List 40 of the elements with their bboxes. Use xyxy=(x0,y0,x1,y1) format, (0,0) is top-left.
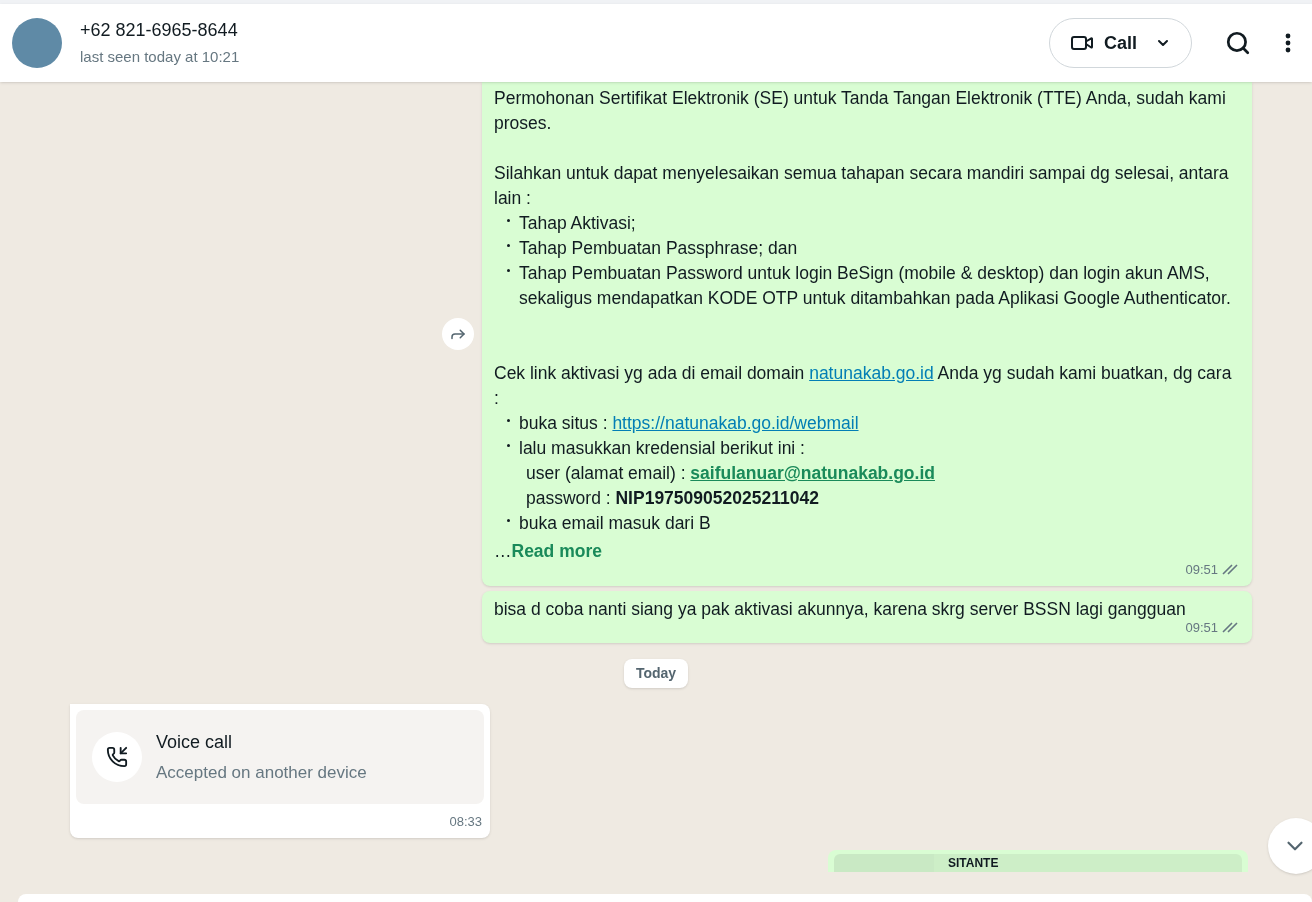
date-divider: Today xyxy=(623,659,689,688)
forward-button[interactable] xyxy=(442,317,474,350)
list-item-text: Tahap Aktivasi; xyxy=(519,212,636,235)
message-text: Cek link aktivasi yg ada di email domain natunakab.go.id Anda yg sudah kami buatkan, dg cara : xyxy=(494,362,1233,410)
call-button[interactable]: Call xyxy=(1049,18,1192,68)
incoming-call-icon-glyph xyxy=(106,746,128,768)
call-card[interactable]: Voice call Accepted on another device xyxy=(76,710,484,804)
bullet-icon xyxy=(507,519,510,522)
avatar-photo-placeholder[interactable] xyxy=(12,18,62,68)
menu-icon xyxy=(1285,33,1291,53)
link[interactable]: natunakab.go.id xyxy=(809,363,934,383)
last-seen-status: last seen today at 10:21 xyxy=(80,47,240,68)
email-link[interactable]: saifulanuar@natunakab.go.id xyxy=(690,463,935,483)
message-time: 08:33 xyxy=(449,813,482,831)
list-item-text: Tahap Pembuatan Passphrase; dan xyxy=(519,237,798,260)
message-text: bisa d coba nanti siang ya pak aktivasi akunnya, karena skrg server BSSN lagi gangguan xyxy=(494,597,1187,621)
credential-text: password : NIP197509052025211042 xyxy=(525,487,820,510)
call-subtitle: Accepted on another device xyxy=(156,761,367,784)
ellipsis-text: … xyxy=(494,541,512,561)
message-text: Permohonan Sertifikat Elektronik (SE) untuk Tanda Tangan Elektronik (TTE) Anda, sudah kami proses. xyxy=(494,87,1227,135)
credential-text: user (alamat email) : saifulanuar@natunakab.go.id xyxy=(525,462,936,485)
message-time: 09:51 xyxy=(1185,619,1218,637)
message-text: Silahkan untuk dapat menyelesaikan semua tahapan secara mandiri sampai dg selesai, antara lain : xyxy=(494,162,1230,210)
list-item-text: buka situs : https://natunakab.go.id/webmail xyxy=(519,412,859,435)
list-item-text: Tahap Pembuatan Password untuk login BeSign (mobile & desktop) dan login akun AMS, sekaligus mendapatkan KODE OTP untuk ditambahkan pada Aplikasi Google Authenticator. xyxy=(519,262,1232,310)
search-icon xyxy=(1225,30,1251,56)
link[interactable]: https://natunakab.go.id/webmail xyxy=(612,413,859,433)
link-preview-title: SITANTE xyxy=(934,853,1242,872)
list-item-text: lalu masukkan kredensial berikut ini : xyxy=(519,437,805,460)
message-input-bar[interactable] xyxy=(18,894,1312,902)
bullet-icon xyxy=(507,219,510,222)
message-time: 09:51 xyxy=(1185,561,1218,579)
call-title: Voice call xyxy=(156,730,234,754)
list-item-text: buka email masuk dari B xyxy=(519,512,711,535)
bullet-icon xyxy=(507,244,510,247)
bullet-icon xyxy=(507,419,510,422)
bullet-icon xyxy=(507,269,510,272)
contact-name[interactable]: +62 821-6965-8644 xyxy=(80,17,240,45)
read-more-link[interactable]: Read more xyxy=(511,539,602,564)
bullet-icon xyxy=(507,444,510,447)
